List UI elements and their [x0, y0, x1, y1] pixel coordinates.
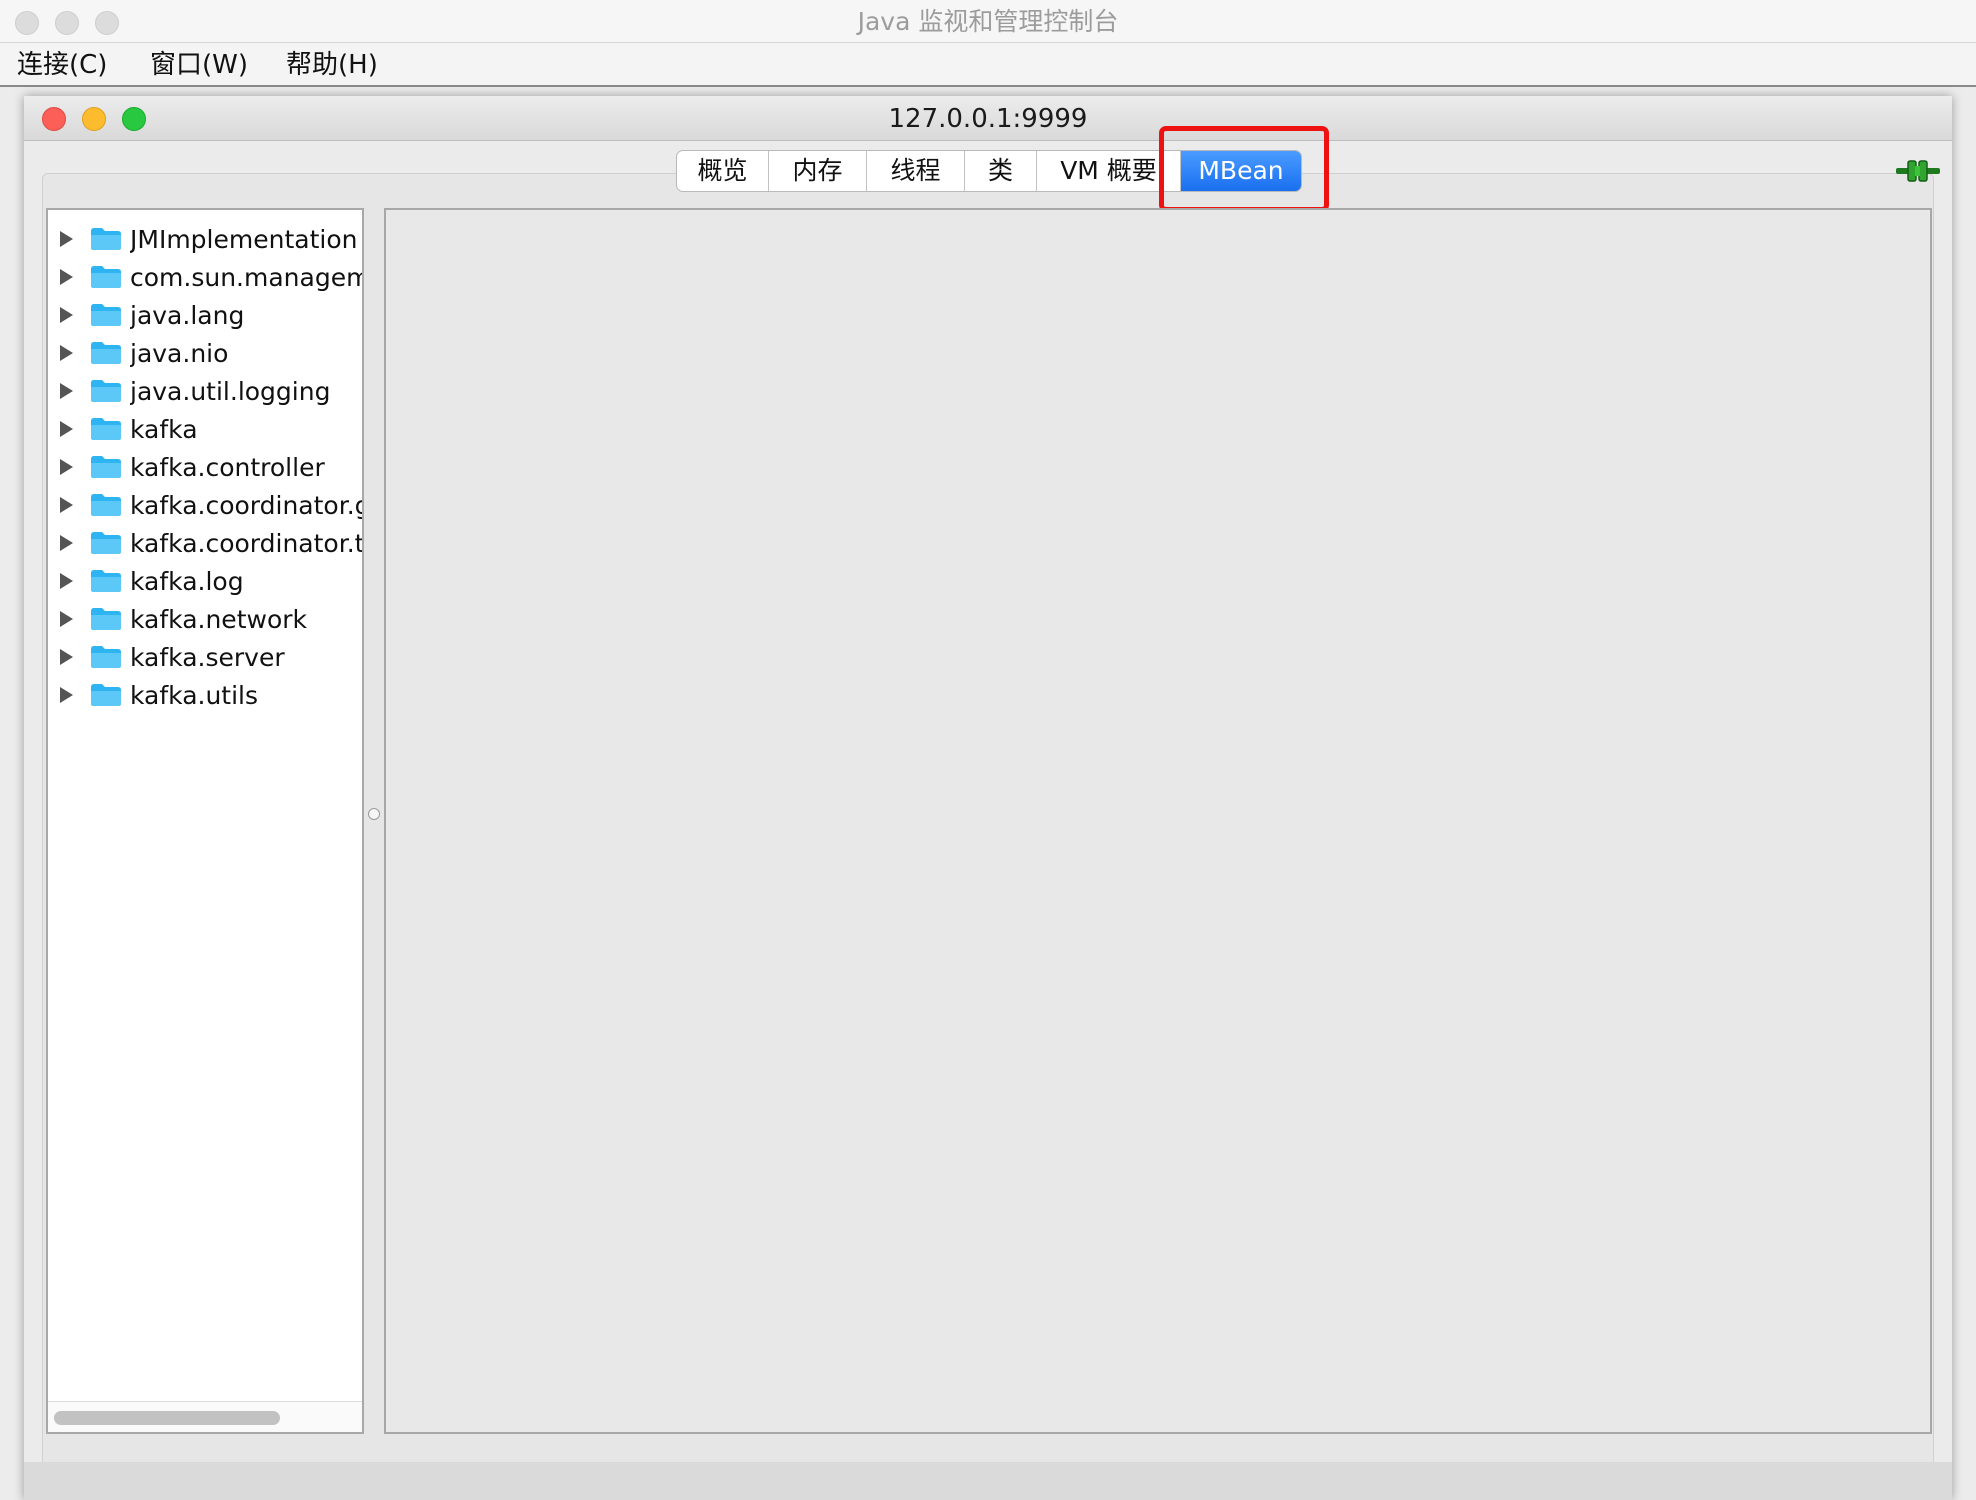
tree-item-label: kafka.coordinator.gr [130, 491, 362, 520]
tree-item[interactable]: java.nio [48, 334, 364, 372]
expand-arrow-icon[interactable] [60, 497, 73, 513]
expand-arrow-icon[interactable] [60, 649, 73, 665]
expand-arrow-icon[interactable] [60, 459, 73, 475]
tree-item-label: java.nio [130, 339, 229, 368]
folder-icon [91, 456, 121, 478]
plug-connected-icon[interactable] [1896, 158, 1940, 184]
app-title: Java 监视和管理控制台 [857, 7, 1119, 36]
tree-item[interactable]: com.sun.manageme [48, 258, 364, 296]
menu-window[interactable]: 窗口(W) [150, 43, 248, 85]
expand-arrow-icon[interactable] [60, 269, 73, 285]
tree-item[interactable]: kafka.network [48, 600, 364, 638]
folder-icon [91, 570, 121, 592]
folder-icon [91, 494, 121, 516]
mbean-detail-panel [384, 208, 1932, 1434]
mbean-tree: JMImplementation com.sun.manageme java.l… [46, 208, 364, 1434]
tree-item-label: kafka [130, 415, 198, 444]
tree-item-label: kafka.utils [130, 681, 259, 710]
tab-classes[interactable]: 类 [965, 151, 1037, 191]
app-titlebar: Java 监视和管理控制台 [0, 0, 1976, 43]
menu-help[interactable]: 帮助(H) [286, 43, 378, 85]
tree-item[interactable]: kafka.utils [48, 676, 364, 714]
expand-arrow-icon[interactable] [60, 345, 73, 361]
connection-window: 127.0.0.1:9999 概览 内存 线程 类 VM 概要 MBean JM… [24, 96, 1952, 1500]
expand-arrow-icon[interactable] [60, 307, 73, 323]
tree-item[interactable]: kafka.coordinator.gr [48, 486, 364, 524]
expand-arrow-icon[interactable] [60, 687, 73, 703]
tree-item[interactable]: java.lang [48, 296, 364, 334]
expand-arrow-icon[interactable] [60, 231, 73, 247]
tree-item-label: kafka.controller [130, 453, 325, 482]
tree-item[interactable]: kafka.log [48, 562, 364, 600]
connection-title: 127.0.0.1:9999 [888, 104, 1088, 134]
tree-item-label: com.sun.manageme [130, 263, 362, 292]
status-bar [24, 1462, 1952, 1500]
folder-icon [91, 228, 121, 250]
tree-item-label: java.lang [130, 301, 245, 330]
menu-connection[interactable]: 连接(C) [17, 43, 107, 85]
tab-overview[interactable]: 概览 [677, 151, 769, 191]
tab-memory[interactable]: 内存 [769, 151, 867, 191]
folder-icon [91, 380, 121, 402]
expand-arrow-icon[interactable] [60, 611, 73, 627]
tree-item[interactable]: kafka.server [48, 638, 364, 676]
split-pane-divider-handle[interactable] [368, 808, 380, 820]
folder-icon [91, 304, 121, 326]
expand-arrow-icon[interactable] [60, 535, 73, 551]
tree-item-label: java.util.logging [130, 377, 331, 406]
folder-icon [91, 532, 121, 554]
tree-horizontal-scrollbar[interactable] [48, 1401, 362, 1432]
folder-icon [91, 342, 121, 364]
tree-item-label: kafka.coordinator.tr [130, 529, 362, 558]
expand-arrow-icon[interactable] [60, 421, 73, 437]
folder-icon [91, 684, 121, 706]
expand-arrow-icon[interactable] [60, 383, 73, 399]
connection-titlebar: 127.0.0.1:9999 [24, 96, 1952, 141]
folder-icon [91, 646, 121, 668]
folder-icon [91, 418, 121, 440]
expand-arrow-icon[interactable] [60, 573, 73, 589]
tree-item[interactable]: kafka.controller [48, 448, 364, 486]
tree-item-label: kafka.server [130, 643, 285, 672]
tree-item-label: JMImplementation [130, 225, 358, 254]
tab-threads[interactable]: 线程 [867, 151, 965, 191]
tree-item[interactable]: java.util.logging [48, 372, 364, 410]
folder-icon [91, 266, 121, 288]
scrollbar-thumb[interactable] [54, 1411, 280, 1425]
tree-item[interactable]: JMImplementation [48, 220, 364, 258]
tree-item-label: kafka.network [130, 605, 307, 634]
tree-item-label: kafka.log [130, 567, 244, 596]
mbean-tab-highlight-box [1159, 126, 1329, 212]
folder-icon [91, 608, 121, 630]
menu-bar: 连接(C) 窗口(W) 帮助(H) [0, 43, 1976, 87]
tree-item[interactable]: kafka [48, 410, 364, 448]
tree-item[interactable]: kafka.coordinator.tr [48, 524, 364, 562]
